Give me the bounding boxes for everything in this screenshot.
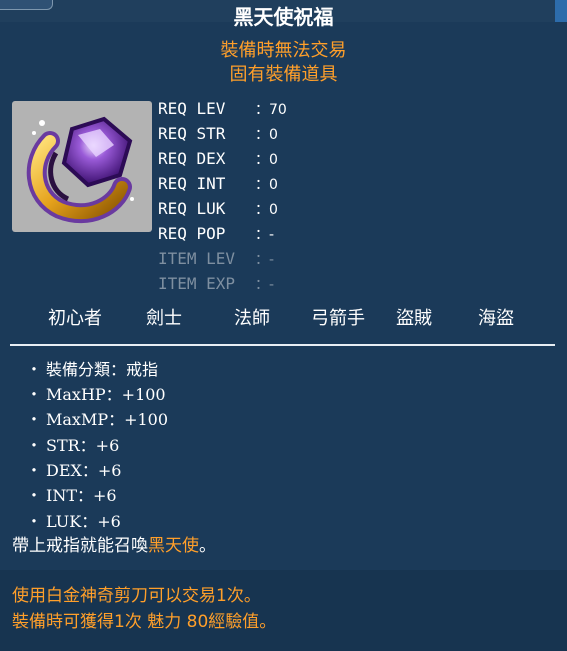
job-thief: 盜賊 bbox=[396, 308, 432, 329]
trade-restriction-tag: 裝備時無法交易 bbox=[220, 40, 347, 61]
section-divider bbox=[10, 344, 555, 346]
req-row-level: REQ LEV ：70 bbox=[158, 97, 418, 121]
req-row-pop: REQ POP ：- bbox=[158, 222, 418, 246]
req-row-luk: REQ LUK ：0 bbox=[158, 197, 418, 221]
stat-dex: ・ DEX：+6 bbox=[26, 461, 122, 480]
job-beginner: 初心者 bbox=[48, 308, 102, 329]
footer-trade-note: 使用白金神奇剪刀可以交易1次。 bbox=[12, 586, 261, 606]
req-row-str: REQ STR ：0 bbox=[158, 122, 418, 146]
footer-charm-note: 裝備時可獲得1次 魅力 80經驗值。 bbox=[12, 612, 277, 632]
item-description: 帶上戒指就能召喚黑天使。 bbox=[12, 536, 216, 556]
job-bowman: 弓箭手 bbox=[311, 308, 365, 329]
req-value: 0 bbox=[269, 177, 278, 193]
stat-category: ・裝備分類：戒指 bbox=[26, 360, 159, 379]
stat-maxhp: ・ MaxHP：+100 bbox=[26, 385, 166, 404]
req-value: 0 bbox=[269, 152, 278, 168]
req-row-int: REQ INT ：0 bbox=[158, 172, 418, 196]
highlight-text: 黑天使 bbox=[148, 536, 199, 556]
req-label: REQ STR bbox=[158, 124, 226, 143]
req-value: - bbox=[269, 227, 275, 243]
job-pirate: 海盜 bbox=[478, 308, 514, 329]
req-value: - bbox=[269, 252, 275, 268]
item-name: 黑天使祝福 bbox=[233, 5, 334, 29]
req-row-item-exp: ITEM EXP ：- bbox=[158, 272, 418, 296]
req-label: REQ INT bbox=[158, 174, 226, 193]
stat-int: ・ INT：+6 bbox=[26, 486, 117, 505]
req-row-dex: REQ DEX ：0 bbox=[158, 147, 418, 171]
req-label: REQ POP bbox=[158, 224, 226, 243]
stat-str: ・ STR：+6 bbox=[26, 436, 120, 455]
job-magician: 法師 bbox=[234, 308, 270, 329]
req-label: REQ DEX bbox=[158, 149, 226, 168]
req-value: - bbox=[269, 277, 275, 293]
unique-equip-tag: 固有裝備道具 bbox=[229, 64, 338, 85]
purple-gem-gold-ring-icon bbox=[26, 116, 134, 224]
job-list: 初心者 劍士 法師 弓箭手 盜賊 海盜 bbox=[0, 305, 567, 333]
footer-panel: 使用白金神奇剪刀可以交易1次。 裝備時可獲得1次 魅力 80經驗值。 bbox=[0, 570, 567, 651]
req-label: REQ LUK bbox=[158, 199, 226, 218]
req-value: 70 bbox=[269, 102, 287, 118]
stat-maxmp: ・ MaxMP：+100 bbox=[26, 410, 169, 429]
req-label: REQ LEV bbox=[158, 99, 226, 118]
req-value: 0 bbox=[269, 202, 278, 218]
req-label: ITEM LEV bbox=[158, 249, 236, 268]
stat-luk: ・ LUK：+6 bbox=[26, 512, 121, 531]
item-tooltip: 黑天使祝福 裝備時無法交易 固有裝備道具 REQ LEV ：70 REQ STR… bbox=[0, 0, 567, 651]
req-value: 0 bbox=[269, 127, 278, 143]
req-label: ITEM EXP bbox=[158, 274, 236, 293]
item-icon-frame bbox=[12, 101, 152, 232]
req-row-item-level: ITEM LEV ：- bbox=[158, 247, 418, 271]
job-warrior: 劍士 bbox=[146, 308, 182, 329]
